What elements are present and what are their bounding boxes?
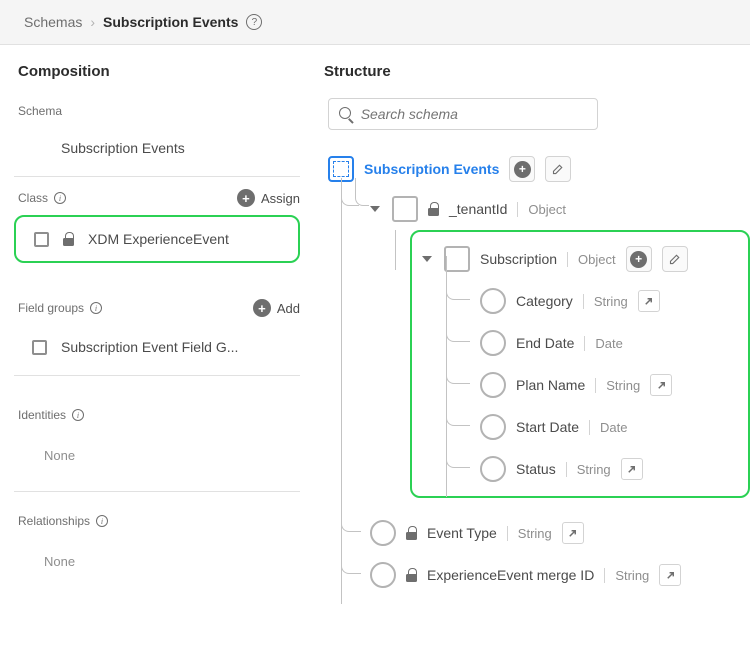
field-type: String bbox=[566, 462, 611, 477]
info-icon[interactable]: i bbox=[90, 302, 102, 314]
field-name[interactable]: Event Type bbox=[427, 525, 497, 541]
lock-icon bbox=[406, 526, 417, 540]
field-node-icon bbox=[480, 288, 506, 314]
field-row[interactable]: Start Date Date bbox=[480, 406, 742, 448]
field-node-icon bbox=[370, 520, 396, 546]
schema-name: Subscription Events bbox=[61, 140, 185, 156]
open-field-button[interactable] bbox=[562, 522, 584, 544]
lock-icon bbox=[63, 232, 74, 246]
edit-button[interactable] bbox=[662, 246, 688, 272]
open-field-button[interactable] bbox=[638, 290, 660, 312]
schema-root-label[interactable]: Subscription Events bbox=[364, 161, 499, 177]
field-name[interactable]: Status bbox=[516, 461, 556, 477]
schema-name-row[interactable]: Subscription Events bbox=[14, 126, 300, 170]
relationships-none: None bbox=[14, 536, 300, 591]
field-row[interactable]: Category String bbox=[480, 280, 742, 322]
field-row[interactable]: Event Type String bbox=[370, 512, 750, 554]
external-link-icon bbox=[665, 570, 676, 581]
search-input[interactable] bbox=[328, 98, 598, 130]
pencil-icon bbox=[552, 163, 564, 175]
field-type: Date bbox=[589, 420, 627, 435]
field-type: String bbox=[595, 378, 640, 393]
field-name[interactable]: Category bbox=[516, 293, 573, 309]
composition-title: Composition bbox=[14, 63, 300, 80]
open-field-button[interactable] bbox=[650, 374, 672, 396]
class-section-label: Class bbox=[18, 191, 48, 205]
help-icon[interactable]: ? bbox=[246, 14, 262, 30]
add-field-button[interactable]: + bbox=[626, 246, 652, 272]
field-type: Object bbox=[517, 202, 566, 217]
class-name: XDM ExperienceEvent bbox=[88, 231, 229, 247]
field-node-icon bbox=[480, 456, 506, 482]
class-checkbox[interactable] bbox=[34, 232, 49, 247]
field-name[interactable]: Start Date bbox=[516, 419, 579, 435]
expand-toggle[interactable] bbox=[370, 206, 380, 212]
field-type: String bbox=[507, 526, 552, 541]
field-name[interactable]: _tenantId bbox=[449, 201, 507, 217]
field-type: String bbox=[604, 568, 649, 583]
field-type: Date bbox=[584, 336, 622, 351]
field-node-icon bbox=[480, 414, 506, 440]
edit-button[interactable] bbox=[545, 156, 571, 182]
plus-icon: + bbox=[514, 161, 531, 178]
structure-panel: Structure Subscription Events + bbox=[320, 45, 750, 616]
field-node-icon bbox=[480, 330, 506, 356]
schema-section-label: Schema bbox=[18, 104, 62, 118]
field-type: Object bbox=[567, 252, 616, 267]
field-name[interactable]: End Date bbox=[516, 335, 574, 351]
info-icon[interactable]: i bbox=[72, 409, 84, 421]
open-field-button[interactable] bbox=[659, 564, 681, 586]
plus-icon: + bbox=[253, 299, 271, 317]
lock-icon bbox=[406, 568, 417, 582]
pencil-icon bbox=[669, 253, 681, 265]
external-link-icon bbox=[626, 464, 637, 475]
field-node-icon bbox=[480, 372, 506, 398]
class-row[interactable]: XDM ExperienceEvent bbox=[16, 217, 298, 261]
plus-icon: + bbox=[630, 251, 647, 268]
field-groups-label: Field groups bbox=[18, 301, 84, 315]
field-type: String bbox=[583, 294, 628, 309]
add-field-button[interactable]: + bbox=[509, 156, 535, 182]
field-group-row[interactable]: Subscription Event Field G... bbox=[14, 325, 300, 369]
object-node-icon[interactable] bbox=[392, 196, 418, 222]
external-link-icon bbox=[567, 528, 578, 539]
field-name[interactable]: ExperienceEvent merge ID bbox=[427, 567, 594, 583]
plus-icon: + bbox=[237, 189, 255, 207]
breadcrumb: Schemas › Subscription Events ? bbox=[0, 0, 750, 45]
external-link-icon bbox=[656, 380, 667, 391]
composition-panel: Composition Schema Subscription Events C… bbox=[0, 45, 320, 616]
field-name[interactable]: Plan Name bbox=[516, 377, 585, 393]
field-row[interactable]: Plan Name String bbox=[480, 364, 742, 406]
identities-label: Identities bbox=[18, 408, 66, 422]
expand-toggle[interactable] bbox=[422, 256, 432, 262]
field-row[interactable]: Status String bbox=[480, 448, 742, 490]
add-field-group-button[interactable]: + Add bbox=[253, 299, 300, 317]
field-name[interactable]: Subscription bbox=[480, 251, 557, 267]
field-row[interactable]: End Date Date bbox=[480, 322, 742, 364]
lock-icon bbox=[428, 202, 439, 216]
search-field[interactable] bbox=[361, 106, 587, 122]
field-row[interactable]: ExperienceEvent merge ID String bbox=[370, 554, 750, 596]
external-link-icon bbox=[643, 296, 654, 307]
identities-none: None bbox=[14, 430, 300, 485]
structure-title: Structure bbox=[320, 63, 750, 80]
open-field-button[interactable] bbox=[621, 458, 643, 480]
breadcrumb-parent[interactable]: Schemas bbox=[24, 14, 82, 30]
field-node-icon bbox=[370, 562, 396, 588]
search-icon bbox=[339, 107, 353, 122]
assign-class-button[interactable]: + Assign bbox=[237, 189, 300, 207]
info-icon[interactable]: i bbox=[96, 515, 108, 527]
field-group-name: Subscription Event Field G... bbox=[61, 339, 238, 355]
field-group-checkbox[interactable] bbox=[32, 340, 47, 355]
relationships-label: Relationships bbox=[18, 514, 90, 528]
info-icon[interactable]: i bbox=[54, 192, 66, 204]
breadcrumb-current: Subscription Events bbox=[103, 14, 238, 30]
